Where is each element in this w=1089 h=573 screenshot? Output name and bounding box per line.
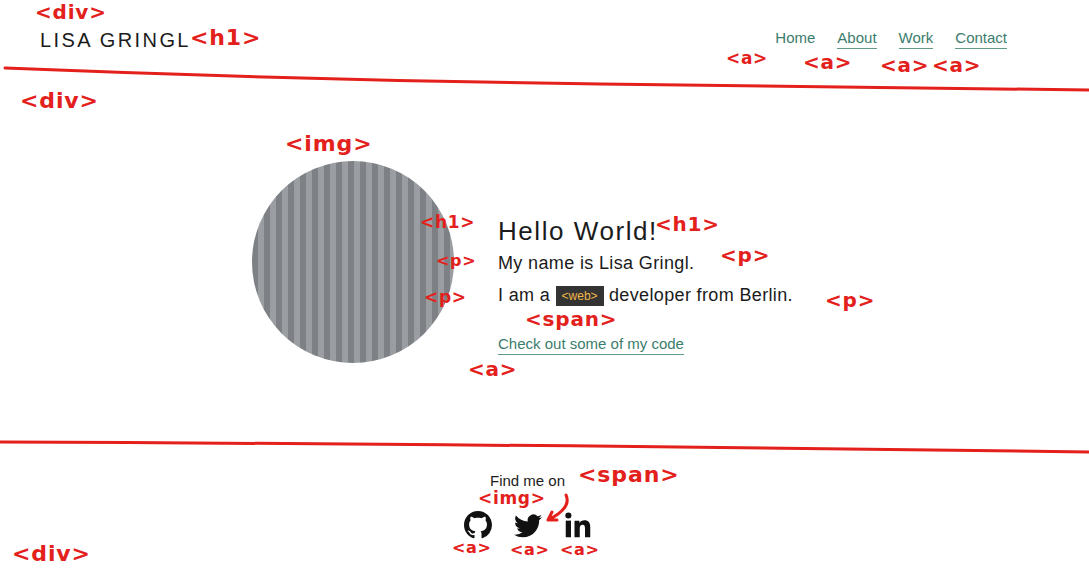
annotation-label: <span>: [578, 464, 680, 486]
annotation-label: <p>: [436, 253, 476, 269]
annotation-label: <h1>: [190, 27, 261, 49]
web-tag: <web>: [556, 286, 604, 306]
main-nav: Home About Work Contact: [775, 28, 1007, 49]
code-link[interactable]: Check out some of my code: [498, 335, 684, 355]
annotation-label: <div>: [20, 90, 99, 112]
annotation-label: <a>: [932, 55, 981, 75]
annotation-label: <a>: [510, 542, 550, 558]
intro-text: My name is Lisa Gringl.: [498, 252, 793, 274]
hero-section: Hello World! My name is Lisa Gringl. I am …: [0, 80, 1089, 442]
role-after: developer from Berlin.: [604, 285, 793, 305]
annotation-label: <div>: [35, 2, 107, 22]
annotation-label: <h1>: [420, 214, 475, 231]
nav-link[interactable]: Work: [899, 29, 934, 49]
twitter-icon: [514, 511, 542, 539]
linkedin-icon: [564, 511, 592, 539]
annotation-label: <a>: [803, 52, 852, 72]
hero-text: Hello World! My name is Lisa Gringl. I am …: [498, 161, 793, 356]
annotation-label: <a>: [468, 359, 517, 379]
site-footer: Find me on: [0, 442, 1089, 539]
annotation-label: <a>: [726, 50, 768, 67]
annotation-label: <a>: [560, 542, 600, 558]
hero-heading: Hello World!: [498, 216, 793, 246]
role-before: I am a: [498, 285, 556, 305]
annotation-label: <a>: [880, 55, 929, 75]
annotation-layer: <div><h1><a><a><a><a><div><img><h1><h1><…: [0, 0, 1089, 573]
page: LISA GRINGL Home About Work Contact Hello Wor…: [0, 0, 1089, 573]
annotation-label: <div>: [12, 543, 91, 565]
annotation-label: <p>: [424, 289, 467, 306]
annotation-label: <p>: [825, 290, 875, 310]
nav-link[interactable]: Home: [775, 29, 815, 49]
nav-link[interactable]: Contact: [955, 29, 1007, 49]
social-links: [0, 511, 1055, 539]
annotation-label: <img>: [478, 490, 546, 507]
brand-title: LISA GRINGL: [40, 28, 191, 52]
github-icon: [464, 511, 492, 539]
profile-photo: [252, 161, 454, 363]
social-link[interactable]: [514, 511, 542, 539]
social-link[interactable]: [464, 511, 492, 539]
role-text: I am a <web> developer from Berlin.: [498, 284, 793, 307]
social-link[interactable]: [564, 511, 592, 539]
annotation-label: <span>: [525, 309, 617, 329]
annotation-label: <h1>: [655, 214, 720, 234]
site-header: LISA GRINGL Home About Work Contact: [0, 0, 1089, 80]
find-me-label: Find me on: [490, 472, 565, 489]
nav-link[interactable]: About: [837, 29, 876, 49]
annotation-label: <a>: [452, 540, 492, 556]
annotation-lines: [0, 0, 1089, 573]
annotation-label: <p>: [720, 245, 770, 265]
annotation-label: <img>: [285, 133, 372, 155]
